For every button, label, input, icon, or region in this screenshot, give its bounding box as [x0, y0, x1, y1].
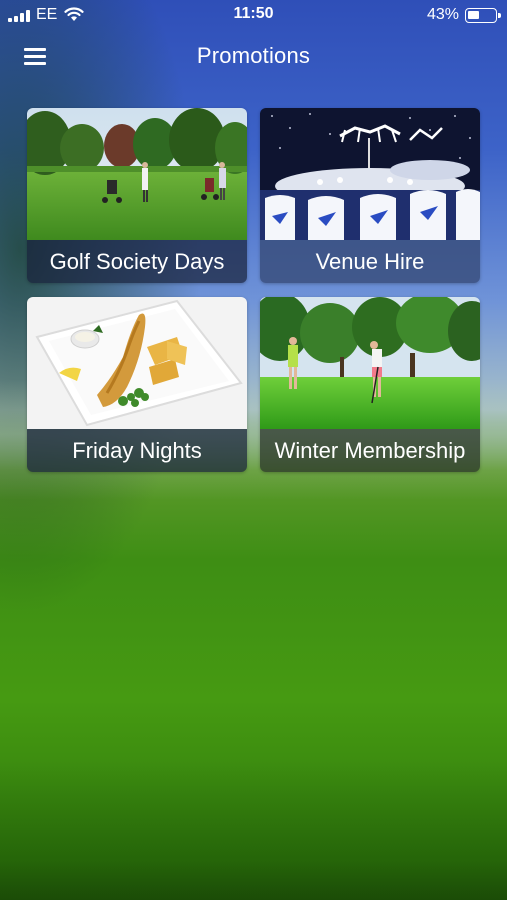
promo-label: Winter Membership	[260, 429, 480, 472]
battery-level	[468, 11, 479, 19]
golfers-on-course-photo	[27, 108, 247, 240]
promo-tile-friday-nights[interactable]: Friday Nights	[27, 297, 247, 472]
promo-label: Golf Society Days	[27, 240, 247, 283]
promo-label: Venue Hire	[260, 240, 480, 283]
promo-label: Friday Nights	[27, 429, 247, 472]
battery-percentage: 43%	[426, 6, 459, 23]
status-bar: EE 11:50 43%	[0, 0, 507, 30]
background-shadow	[0, 760, 507, 900]
promo-tile-winter-membership[interactable]: Winter Membership	[260, 297, 480, 472]
fish-and-chips-photo	[27, 297, 247, 429]
promo-tile-venue-hire[interactable]: Venue Hire	[260, 108, 480, 283]
promo-tile-golf-society-days[interactable]: Golf Society Days	[27, 108, 247, 283]
battery-icon	[465, 8, 501, 23]
banquet-hall-photo	[260, 108, 480, 240]
page-title: Promotions	[196, 43, 311, 68]
lady-golfers-putting-photo	[260, 297, 480, 429]
